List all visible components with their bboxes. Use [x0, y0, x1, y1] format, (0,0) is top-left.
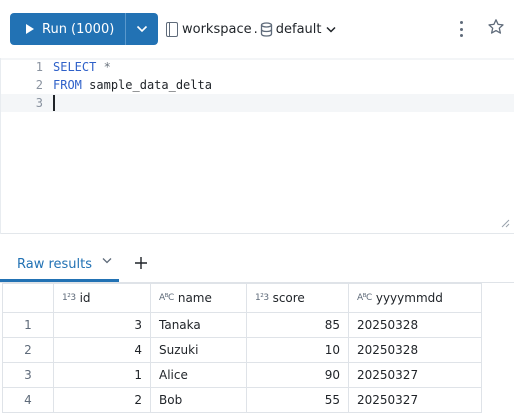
run-button-label: Run (1000) [42, 21, 115, 37]
cell-yyyymmdd[interactable]: 20250327 [348, 362, 482, 388]
table-header-row: 1²3 id AᴮC name 1²3 score AᴮC yyyymmdd [2, 283, 482, 313]
plus-icon[interactable] [133, 255, 149, 271]
cell-score[interactable]: 55 [246, 387, 349, 413]
cell-id[interactable]: 4 [53, 337, 151, 363]
column-label: score [272, 291, 305, 305]
cell-yyyymmdd[interactable]: 20250328 [348, 337, 482, 363]
cell-name[interactable]: Tanaka [150, 312, 247, 338]
row-number: 3 [2, 362, 54, 388]
table-row[interactable]: 1 3 Tanaka 85 20250328 [2, 312, 482, 338]
query-toolbar: Run (1000) workspace . default [0, 0, 514, 58]
cell-name[interactable]: Alice [150, 362, 247, 388]
results-tab-bar: Raw results [0, 246, 514, 283]
schema-name: default [275, 21, 322, 37]
column-label: name [177, 291, 212, 305]
play-icon [26, 24, 34, 34]
line-number: 2 [35, 78, 43, 92]
table-row[interactable]: 3 1 Alice 90 20250327 [2, 362, 482, 388]
tab-label: Raw results [17, 256, 93, 272]
table-row[interactable]: 2 4 Suzuki 10 20250328 [2, 337, 482, 363]
cell-yyyymmdd[interactable]: 20250327 [348, 387, 482, 413]
sql-editor[interactable]: 1 SELECT * 2 FROM sample_data_delta 3 [0, 58, 514, 234]
chevron-down-icon [325, 26, 336, 33]
cell-score[interactable]: 85 [246, 312, 349, 338]
cell-id[interactable]: 2 [53, 387, 151, 413]
tab-raw-results[interactable]: Raw results [0, 246, 92, 282]
catalog-icon [166, 21, 178, 37]
column-header-id[interactable]: 1²3 id [53, 283, 151, 313]
resize-handle-icon[interactable] [500, 218, 510, 228]
results-table: 1²3 id AᴮC name 1²3 score AᴮC yyyymmdd 1 3 T… [2, 283, 482, 413]
column-header-rownum [2, 283, 54, 313]
editor-line[interactable]: 2 FROM sample_data_delta [1, 76, 514, 94]
integer-type-icon: 1²3 [62, 293, 76, 303]
cell-id[interactable]: 1 [53, 362, 151, 388]
catalog-schema-selector[interactable]: workspace . default [166, 18, 336, 40]
string-type-icon: AᴮC [357, 293, 372, 303]
cell-name[interactable]: Suzuki [150, 337, 247, 363]
column-header-score[interactable]: 1²3 score [246, 283, 349, 313]
sql-operator: * [103, 60, 111, 74]
row-number: 1 [2, 312, 54, 338]
column-label: id [79, 291, 91, 305]
row-number: 4 [2, 387, 54, 413]
integer-type-icon: 1²3 [255, 293, 269, 303]
cell-name[interactable]: Bob [150, 387, 247, 413]
editor-line-active[interactable]: 3 [1, 94, 514, 112]
column-label: yyyymmdd [375, 291, 443, 305]
line-number: 1 [35, 60, 43, 74]
run-options-dropdown[interactable] [126, 13, 158, 45]
sql-keyword: SELECT [53, 60, 97, 74]
editor-divider [1, 233, 514, 234]
chevron-down-icon [136, 25, 148, 33]
active-tab-indicator [0, 279, 119, 282]
string-type-icon: AᴮC [159, 293, 174, 303]
run-button[interactable]: Run (1000) [10, 13, 125, 45]
chevron-down-icon[interactable] [102, 257, 112, 264]
catalog-name: workspace [182, 21, 252, 37]
row-number: 2 [2, 337, 54, 363]
line-number: 3 [35, 96, 43, 110]
cell-id[interactable]: 3 [53, 312, 151, 338]
cell-yyyymmdd[interactable]: 20250328 [348, 312, 482, 338]
sql-keyword: FROM [53, 78, 82, 92]
cell-score[interactable]: 90 [246, 362, 349, 388]
star-icon[interactable] [487, 18, 505, 36]
sql-identifier: sample_data_delta [89, 78, 212, 92]
text-cursor [53, 95, 55, 111]
database-icon [260, 21, 272, 37]
column-header-yyyymmdd[interactable]: AᴮC yyyymmdd [348, 283, 482, 313]
table-row[interactable]: 4 2 Bob 55 20250327 [2, 387, 482, 413]
run-button-group: Run (1000) [10, 13, 158, 45]
catalog-separator: . [253, 21, 258, 37]
editor-line[interactable]: 1 SELECT * [1, 58, 514, 76]
more-options-icon[interactable] [455, 19, 467, 39]
cell-score[interactable]: 10 [246, 337, 349, 363]
column-header-name[interactable]: AᴮC name [150, 283, 247, 313]
